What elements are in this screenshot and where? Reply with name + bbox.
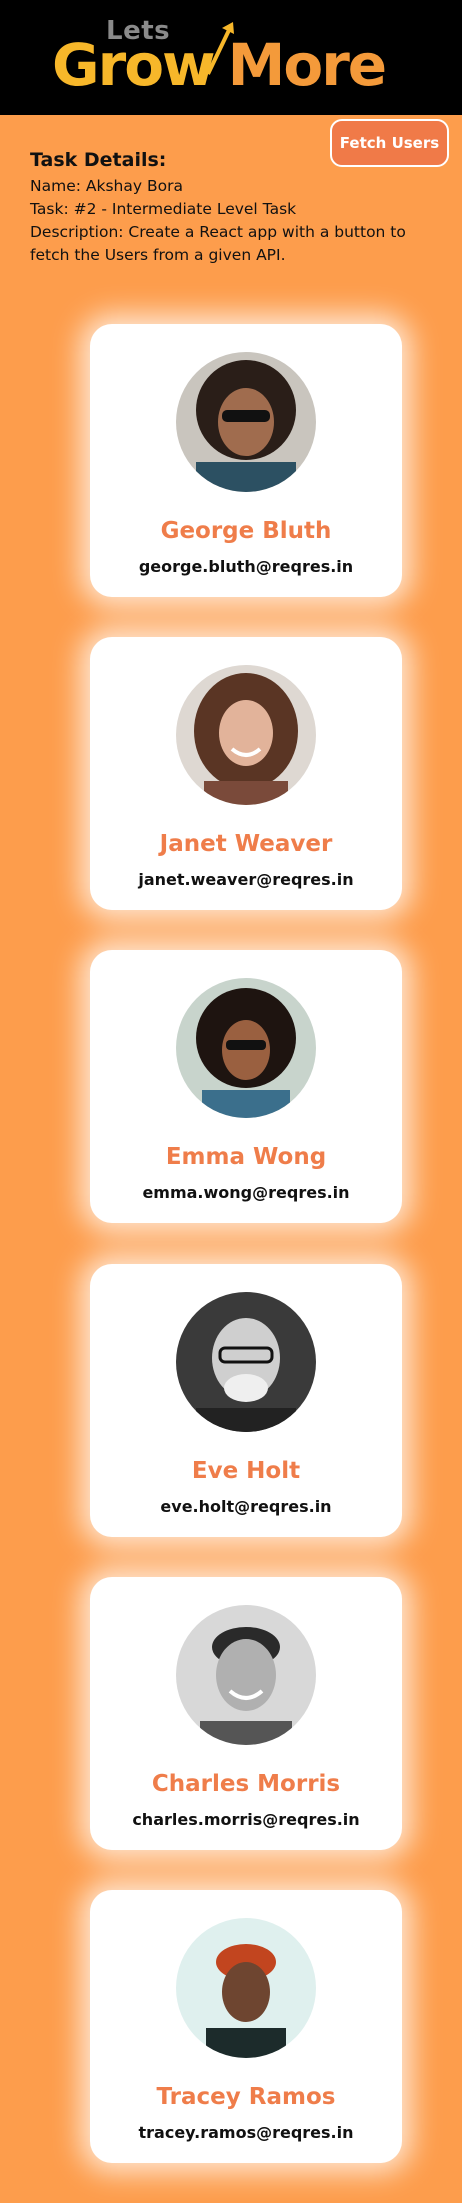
user-name: Eve Holt (191, 1458, 301, 1484)
user-avatar (176, 1292, 316, 1432)
logo-more-word: More (227, 31, 388, 99)
task-number-line: Task: #2 - Intermediate Level Task (30, 200, 297, 218)
lets-grow-more-logo: Lets Grow More (52, 14, 388, 100)
user-name: Charles Morris (151, 1771, 341, 1797)
logo-main: Grow More (52, 30, 388, 100)
user-email: eve.holt@reqres.in (160, 1497, 332, 1516)
user-name: George Bluth (160, 518, 332, 544)
user-avatar (176, 352, 316, 492)
user-card: George Bluth george.bluth@reqres.in (90, 324, 402, 597)
user-email: janet.weaver@reqres.in (138, 870, 354, 889)
user-email: charles.morris@reqres.in (132, 1810, 360, 1829)
user-avatar (176, 1918, 316, 2058)
task-description-line: Description: Create a React app with a b… (30, 223, 406, 264)
user-card: Charles Morris charles.morris@reqres.in (90, 1577, 402, 1850)
user-card: Tracey Ramos tracey.ramos@reqres.in (90, 1890, 402, 2163)
logo-grow-word: Grow (52, 31, 216, 99)
user-name: Emma Wong (165, 1144, 327, 1170)
user-email: emma.wong@reqres.in (142, 1183, 350, 1202)
user-avatar (176, 1605, 316, 1745)
header-bar: Lets Grow More (0, 0, 462, 115)
task-name-line: Name: Akshay Bora (30, 177, 183, 195)
user-email: george.bluth@reqres.in (138, 557, 354, 576)
task-details-heading: Task Details: (30, 149, 167, 171)
user-avatar (176, 978, 316, 1118)
task-details: Task Details: Name: Akshay Bora Task: #2… (30, 147, 440, 267)
user-card: Emma Wong emma.wong@reqres.in (90, 950, 402, 1223)
user-email: tracey.ramos@reqres.in (138, 2123, 354, 2142)
user-card: Janet Weaver janet.weaver@reqres.in (90, 637, 402, 910)
user-card: Eve Holt eve.holt@reqres.in (90, 1264, 402, 1537)
user-avatar (176, 665, 316, 805)
user-name: Janet Weaver (159, 831, 333, 857)
user-name: Tracey Ramos (156, 2084, 336, 2110)
